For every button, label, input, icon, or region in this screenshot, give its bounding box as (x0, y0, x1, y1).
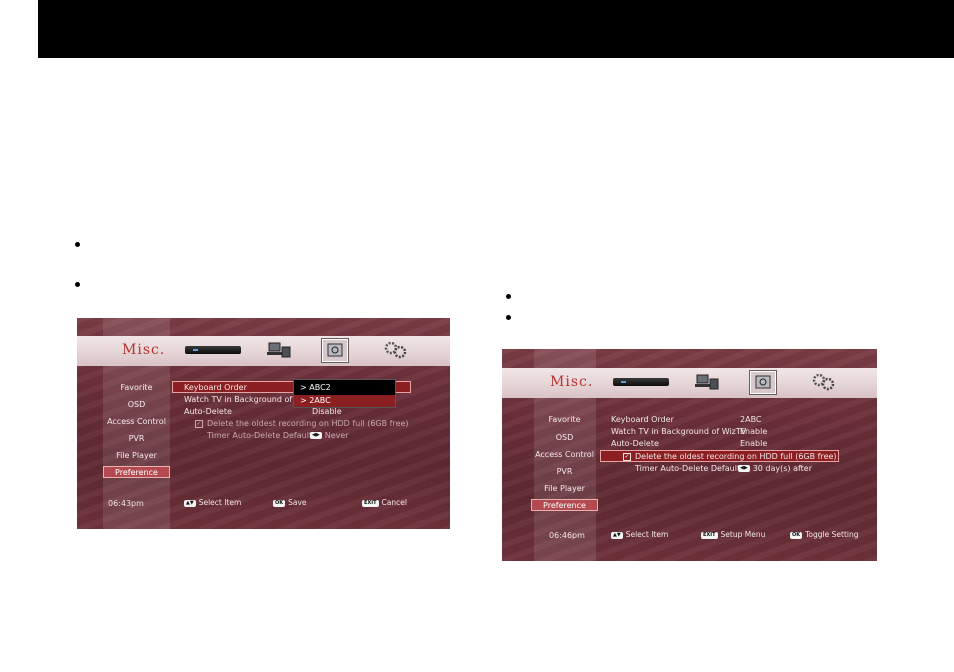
timer-auto-delete-label[interactable]: Timer Auto-Delete Default (207, 431, 312, 440)
delete-oldest-label: Delete the oldest recording on HDD full … (635, 452, 837, 461)
menu-item-osd[interactable]: OSD (531, 433, 598, 442)
top-black-bar (38, 0, 954, 58)
auto-delete-label[interactable]: Auto-Delete (611, 439, 659, 448)
watch-tv-label[interactable]: Watch TV in Background of WizTV (611, 427, 746, 436)
menu-item-access-control[interactable]: Access Control (103, 417, 170, 426)
bullet-2 (75, 282, 83, 290)
clock: 06:43pm (108, 499, 144, 508)
dropdown-option-2abc[interactable]: > 2ABC (294, 395, 395, 407)
left-right-arrows-icon: ◀▶ (738, 465, 750, 472)
dropdown-option-abc2[interactable]: > ABC2 (294, 382, 395, 394)
ok-key-icon: OK (273, 499, 286, 507)
hint-select-item: ▲▼ Select Item (611, 530, 669, 539)
menu-item-preference[interactable]: Preference (103, 466, 170, 478)
exit-key-icon: EXIT (362, 499, 379, 507)
watch-tv-label[interactable]: Watch TV in Background of Wiz (184, 395, 309, 404)
menu-item-file-player[interactable]: File Player (103, 451, 170, 460)
menu-item-pvr[interactable]: PVR (103, 434, 170, 443)
gears-icon[interactable] (812, 373, 836, 391)
timer-auto-delete-label[interactable]: Timer Auto-Delete Default (635, 464, 740, 473)
delete-oldest-row[interactable]: ✓ Delete the oldest recording on HDD full… (623, 452, 837, 461)
left-screenshot: Misc. Favorite OSD Access Control PVR Fi… (77, 318, 450, 529)
bullet-1 (75, 242, 83, 250)
misc-title: Misc. (550, 374, 594, 390)
pc-connection-icon[interactable] (266, 342, 292, 358)
hint-save: OK Save (273, 498, 307, 507)
timer-auto-delete-value: ◀▶ 30 day(s) after (738, 464, 813, 473)
hint-toggle-setting: OK Toggle Setting (790, 530, 859, 539)
clock: 06:46pm (549, 531, 585, 540)
ok-key-icon: OK (790, 531, 803, 539)
menu-item-osd[interactable]: OSD (103, 400, 170, 409)
menu-item-favorite[interactable]: Favorite (531, 415, 598, 424)
misc-settings-icon[interactable] (322, 339, 348, 362)
exit-key-icon: EXIT (701, 531, 718, 539)
set-top-box-icon[interactable] (613, 378, 669, 386)
auto-delete-value: Disable (312, 407, 342, 416)
up-down-key-icon: ▲▼ (611, 531, 623, 539)
keyboard-order-label[interactable]: Keyboard Order (611, 415, 674, 424)
bullet-3 (506, 294, 514, 302)
checkbox-icon[interactable]: ✓ (195, 419, 203, 428)
set-top-box-icon[interactable] (185, 346, 241, 354)
hint-select-item: ▲▼ Select Item (184, 498, 242, 507)
up-down-key-icon: ▲▼ (184, 499, 196, 507)
menu-item-favorite[interactable]: Favorite (103, 383, 170, 392)
menu-item-file-player[interactable]: File Player (531, 484, 598, 493)
gears-icon[interactable] (384, 341, 408, 359)
hint-cancel: EXIT Cancel (362, 498, 407, 507)
timer-auto-delete-value: ◀▶ Never (310, 431, 349, 440)
delete-oldest-label: Delete the oldest recording on HDD full … (207, 419, 409, 428)
menu-item-pvr[interactable]: PVR (531, 467, 598, 476)
misc-settings-icon[interactable] (750, 371, 776, 394)
auto-delete-value: Enable (740, 439, 768, 448)
menu-item-preference[interactable]: Preference (531, 499, 598, 511)
menu-item-access-control[interactable]: Access Control (531, 450, 598, 459)
hint-setup-menu: EXIT Setup Menu (701, 530, 766, 539)
delete-oldest-row[interactable]: ✓ Delete the oldest recording on HDD full… (195, 419, 409, 428)
keyboard-order-value: 2ABC (740, 415, 762, 424)
right-screenshot: Misc. Favorite OSD Access Control PVR Fi… (502, 349, 877, 561)
pc-connection-icon[interactable] (694, 374, 720, 390)
bullet-4 (506, 315, 514, 323)
auto-delete-label[interactable]: Auto-Delete (184, 407, 232, 416)
keyboard-order-dropdown[interactable]: > ABC2 > 2ABC (293, 379, 396, 408)
keyboard-order-label: Keyboard Order (184, 383, 247, 392)
checkbox-icon[interactable]: ✓ (623, 452, 631, 461)
watch-tv-value: Enable (740, 427, 768, 436)
misc-title: Misc. (122, 342, 166, 358)
left-right-arrows-icon: ◀▶ (310, 432, 322, 439)
